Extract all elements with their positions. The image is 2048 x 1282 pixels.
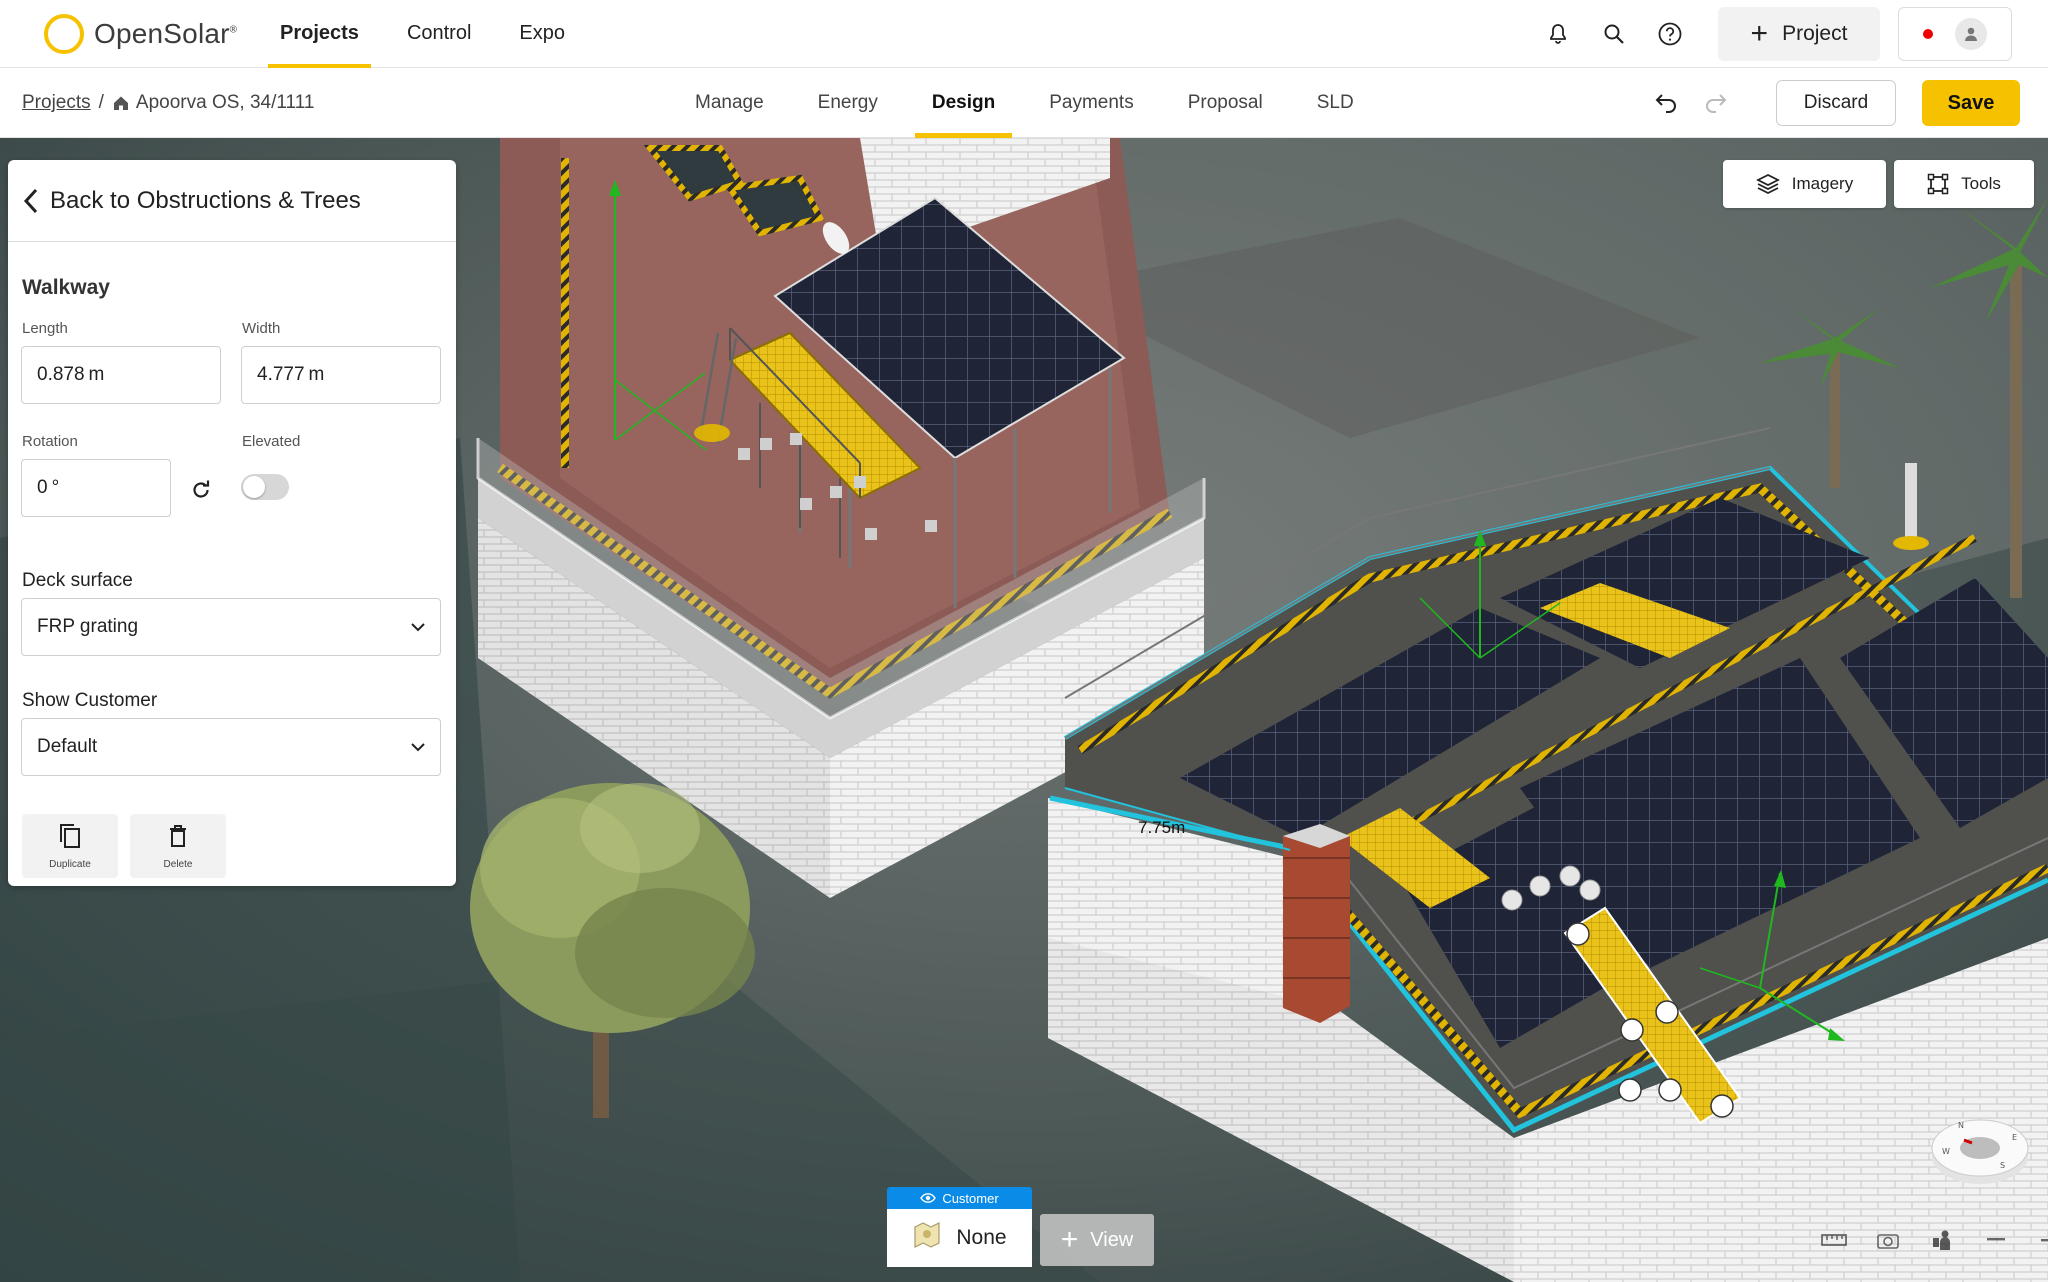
save-button[interactable]: Save <box>1922 80 2020 126</box>
top-actions: + Project <box>1530 0 2012 68</box>
rotation-unit: ° <box>51 477 60 498</box>
show-customer-label: Show Customer <box>22 690 158 711</box>
brand-name: OpenSolar <box>94 17 230 49</box>
elevated-label: Elevated <box>242 433 301 450</box>
duplicate-label: Duplicate <box>49 859 91 870</box>
duplicate-button[interactable]: Duplicate <box>22 814 118 878</box>
plus-icon: + <box>1750 17 1769 50</box>
length-value: 0.878 <box>37 364 85 385</box>
rotation-field[interactable]: 0 ° <box>21 459 171 517</box>
new-project-label: Project <box>1782 22 1848 45</box>
svg-text:E: E <box>2012 1133 2017 1142</box>
recording-indicator-icon <box>1923 29 1933 39</box>
roof-edge-measurement: 7.75m <box>1138 818 1186 837</box>
view-chip-header: Customer <box>942 1190 999 1206</box>
person-icon <box>1965 27 1977 41</box>
breadcrumb-separator: / <box>98 92 104 113</box>
tab-manage[interactable]: Manage <box>668 68 791 138</box>
show-customer-value: Default <box>37 736 98 757</box>
user-menu-button[interactable] <box>1898 7 2012 61</box>
nav-projects[interactable]: Projects <box>256 0 383 68</box>
zoom-out-icon[interactable] <box>1982 1226 2010 1254</box>
delete-button[interactable]: Delete <box>130 814 226 878</box>
back-to-obstructions-button[interactable]: Back to Obstructions & Trees <box>8 160 456 242</box>
rotation-label: Rotation <box>22 433 78 450</box>
selection-tool-icon <box>1927 173 1949 195</box>
breadcrumb-project-name: Apoorva OS, 34/1111 <box>135 92 315 113</box>
redo-icon[interactable] <box>1702 87 1730 120</box>
width-label: Width <box>242 320 281 337</box>
ruler-icon[interactable] <box>1820 1226 1848 1254</box>
house-icon <box>112 94 130 112</box>
chevron-down-icon <box>410 616 426 638</box>
eye-icon <box>920 1193 937 1203</box>
rotation-value: 0 <box>37 477 48 498</box>
chevron-left-icon <box>22 187 40 215</box>
search-icon[interactable] <box>1586 6 1642 62</box>
trademark: ® <box>229 24 238 36</box>
width-field[interactable]: 4.777 m <box>241 346 441 404</box>
main-nav: Projects Control Expo <box>256 0 589 68</box>
delete-label: Delete <box>163 859 193 870</box>
width-unit: m <box>308 364 325 385</box>
tab-energy[interactable]: Energy <box>791 68 905 138</box>
bell-icon[interactable] <box>1530 6 1586 62</box>
help-icon[interactable] <box>1642 6 1698 62</box>
tools-label: Tools <box>1961 174 2001 193</box>
street-view-icon[interactable] <box>1928 1226 1956 1254</box>
nav-control[interactable]: Control <box>383 0 495 68</box>
project-toolbar: Projects / Apoorva OS, 34/1111 Manage En… <box>0 68 2048 138</box>
length-field[interactable]: 0.878 m <box>21 346 221 404</box>
compass-icon[interactable]: N E W S <box>1930 1110 2030 1186</box>
nav-expo[interactable]: Expo <box>495 0 589 68</box>
add-view-button[interactable]: + View <box>1040 1214 1154 1266</box>
deck-surface-value: FRP grating <box>37 616 139 637</box>
camera-icon[interactable] <box>1874 1226 1902 1254</box>
breadcrumb: Projects / Apoorva OS, 34/1111 <box>22 68 314 138</box>
walkway-properties-panel: Back to Obstructions & Trees Walkway Len… <box>8 160 456 886</box>
length-label: Length <box>22 320 68 337</box>
tools-button[interactable]: Tools <box>1894 160 2034 208</box>
elevated-toggle[interactable] <box>241 474 289 500</box>
imagery-button[interactable]: Imagery <box>1723 160 1886 208</box>
reset-rotation-icon[interactable] <box>186 475 216 505</box>
layers-icon <box>1755 173 1780 195</box>
new-project-button[interactable]: + Project <box>1718 7 1880 61</box>
length-unit: m <box>88 364 105 385</box>
deck-surface-select[interactable]: FRP grating <box>21 598 441 656</box>
svg-text:N: N <box>1958 1121 1964 1130</box>
tab-payments[interactable]: Payments <box>1022 68 1160 138</box>
back-label: Back to Obstructions & Trees <box>50 186 361 214</box>
sun-logo-icon <box>44 13 84 54</box>
undo-redo-group <box>1652 68 1730 138</box>
breadcrumb-projects-link[interactable]: Projects <box>22 92 91 114</box>
trash-icon <box>166 822 190 855</box>
add-view-label: View <box>1090 1228 1134 1251</box>
project-tabs: Manage Energy Design Payments Proposal S… <box>668 68 1381 138</box>
chevron-down-icon <box>410 736 426 758</box>
viewport-tool-strip <box>1820 1226 2048 1254</box>
copy-icon <box>57 822 83 855</box>
plus-icon: + <box>1060 1223 1079 1256</box>
undo-icon[interactable] <box>1652 87 1680 120</box>
top-navigation-bar: OpenSolar® Projects Control Expo + Proje… <box>0 0 2048 68</box>
tab-design[interactable]: Design <box>905 68 1022 138</box>
show-customer-select[interactable]: Default <box>21 718 441 776</box>
deck-surface-label: Deck surface <box>22 570 133 591</box>
svg-text:S: S <box>2000 1161 2005 1170</box>
view-chip-value: None <box>956 1226 1007 1249</box>
tab-sld[interactable]: SLD <box>1290 68 1381 138</box>
tab-proposal[interactable]: Proposal <box>1161 68 1290 138</box>
panel-section-title: Walkway <box>22 276 110 299</box>
discard-button[interactable]: Discard <box>1776 80 1896 126</box>
opensolar-logo[interactable]: OpenSolar® <box>44 13 256 54</box>
avatar <box>1955 18 1987 50</box>
imagery-label: Imagery <box>1791 174 1854 193</box>
width-value: 4.777 <box>257 364 305 385</box>
map-thumbnail-icon <box>912 1221 942 1255</box>
svg-text:W: W <box>1942 1147 1950 1156</box>
zoom-in-icon[interactable] <box>2036 1226 2048 1254</box>
customer-view-chip[interactable]: Customer None <box>887 1187 1032 1267</box>
